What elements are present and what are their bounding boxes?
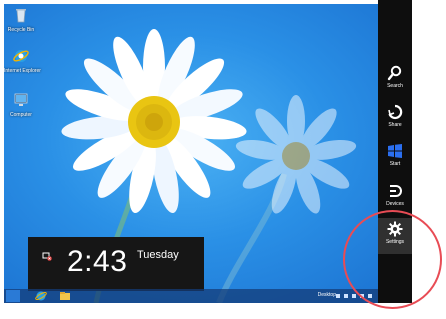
clock-day: Tuesday	[137, 249, 179, 261]
charm-share[interactable]: Share	[378, 101, 412, 137]
taskbar: Desktop	[4, 289, 412, 303]
charm-label: Share	[388, 122, 402, 128]
desktop-icon-label: Recycle Bin	[7, 27, 35, 33]
recycle-bin-icon	[16, 9, 26, 23]
desktop-icon-computer[interactable]: Computer	[4, 92, 38, 118]
internet-explorer-icon[interactable]	[34, 290, 48, 302]
charm-label: Devices	[386, 201, 404, 207]
charm-search[interactable]: Search	[378, 62, 412, 98]
search-icon	[387, 65, 402, 81]
computer-icon	[14, 93, 28, 106]
windows-logo-icon	[388, 144, 402, 158]
share-icon	[388, 104, 403, 120]
desktop-icon-label: Computer	[10, 112, 32, 118]
devices-icon	[390, 185, 402, 197]
file-explorer-icon[interactable]	[58, 290, 72, 302]
internet-explorer-icon	[13, 50, 29, 62]
desktop-icon-label: Internet Explorer	[4, 68, 41, 74]
clock-overlay: 2:43 Tuesday	[28, 237, 204, 291]
annotation-circle	[343, 210, 442, 309]
desktop-icon-recycle-bin[interactable]: Recycle Bin	[4, 7, 38, 33]
start-button[interactable]	[6, 290, 20, 302]
network-status-icon	[42, 252, 52, 261]
charm-label: Search	[387, 83, 403, 89]
desktop-icon-internet-explorer[interactable]: Internet Explorer	[4, 48, 41, 74]
charm-label: Start	[389, 161, 401, 167]
charm-start[interactable]: Start	[378, 140, 412, 176]
clock-time: 2:43	[67, 245, 128, 278]
